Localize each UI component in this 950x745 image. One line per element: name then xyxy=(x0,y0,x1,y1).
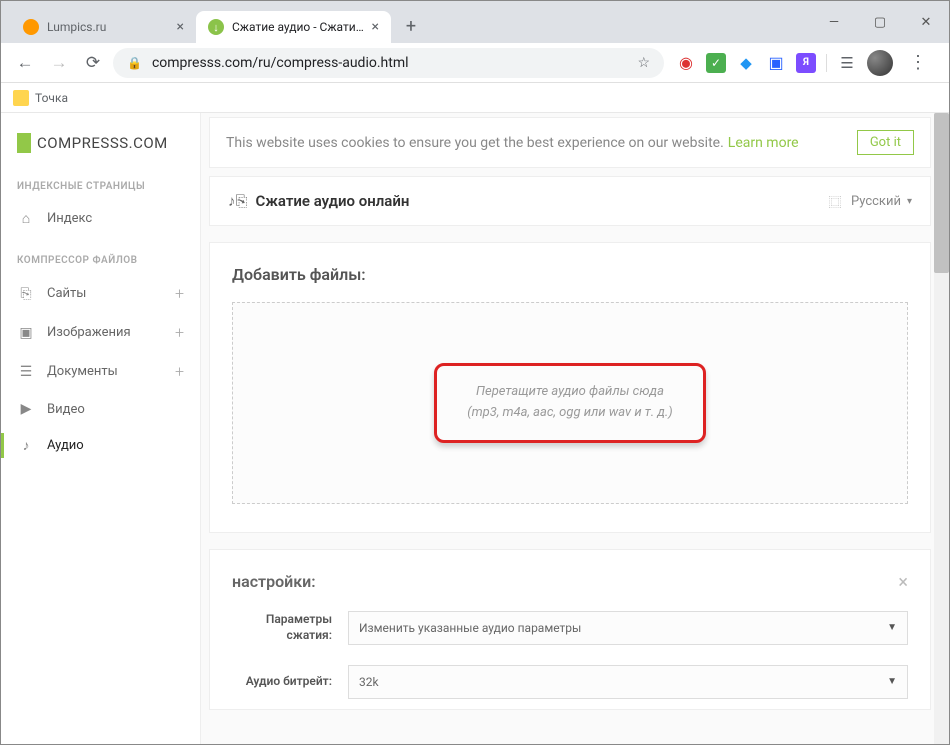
chevron-down-icon: ▼ xyxy=(887,622,897,633)
bookmark-bar: Точка xyxy=(1,83,949,113)
close-icon[interactable]: × xyxy=(372,20,379,34)
image-icon: ▣ xyxy=(17,325,35,341)
sidebar-item-index[interactable]: ⌂ Индекс xyxy=(1,200,200,237)
site-logo[interactable]: COMPRESSS.COM xyxy=(1,121,200,173)
expand-icon[interactable]: + xyxy=(175,323,184,342)
bookmark-item[interactable]: Точка xyxy=(35,91,68,105)
cookie-banner: This website uses cookies to ensure you … xyxy=(209,117,931,168)
code-icon: ⎘ xyxy=(17,286,35,302)
sidebar-item-docs[interactable]: ☰ Документы + xyxy=(1,352,200,391)
profile-avatar[interactable] xyxy=(867,50,893,76)
new-tab-button[interactable]: + xyxy=(397,12,425,40)
url-input[interactable]: 🔒 compresss.com/ru/compress-audio.html ☆ xyxy=(113,48,664,78)
page-title: Сжатие аудио онлайн xyxy=(256,192,410,210)
chevron-down-icon: ▾ xyxy=(907,196,912,207)
lock-icon: 🔒 xyxy=(127,56,142,70)
expand-icon[interactable]: + xyxy=(175,284,184,303)
browser-menu-button[interactable]: ⋮ xyxy=(903,52,933,73)
sidebar-item-label: Аудио xyxy=(47,438,84,453)
add-files-panel: Добавить файлы: Перетащите аудио файлы с… xyxy=(209,242,931,533)
extension-icon[interactable]: ◆ xyxy=(736,53,756,73)
audio-icon: ♪ xyxy=(17,437,35,454)
back-button[interactable]: ← xyxy=(11,49,39,77)
cookie-text: This website uses cookies to ensure you … xyxy=(226,135,724,151)
logo-text: COMPRESSS.COM xyxy=(37,134,168,152)
extension-area: ◉ ✓ ◆ ▣ Я ☰ ⋮ xyxy=(670,50,939,76)
video-icon: ▶ xyxy=(17,401,35,417)
compress-params-label: Параметры сжатия: xyxy=(232,612,332,643)
audio-compress-icon: ♪⎘ xyxy=(228,192,248,210)
dropzone-highlight: Перетащите аудио файлы сюда (mp3, m4a, a… xyxy=(434,363,705,443)
sidebar-item-label: Документы xyxy=(47,364,118,379)
panel-heading: настройки: xyxy=(232,572,908,591)
home-icon: ⌂ xyxy=(17,210,35,227)
close-icon[interactable]: × xyxy=(177,20,184,34)
extension-icon[interactable]: Я xyxy=(796,53,816,73)
tab-title: Lumpics.ru xyxy=(47,20,171,34)
sidebar: COMPRESSS.COM ИНДЕКСНЫЕ СТРАНИЦЫ ⌂ Индек… xyxy=(1,113,201,744)
logo-icon xyxy=(17,133,31,153)
folder-icon xyxy=(13,90,29,106)
sidebar-item-video[interactable]: ▶ Видео xyxy=(1,391,200,427)
extension-icon[interactable]: ▣ xyxy=(766,53,786,73)
chevron-down-icon: ▼ xyxy=(887,676,897,687)
sidebar-item-label: Сайты xyxy=(47,286,86,301)
select-value: Изменить указанные аудио параметры xyxy=(359,621,581,635)
sidebar-section-title: КОМПРЕССОР ФАЙЛОВ xyxy=(1,247,200,274)
favicon-icon: ↓ xyxy=(208,19,224,35)
document-icon: ☰ xyxy=(17,364,35,380)
minimize-button[interactable]: — xyxy=(811,1,857,43)
tab-strip: Lumpics.ru × ↓ Сжатие аудио - Сжатие фай… xyxy=(1,1,949,43)
sidebar-item-audio[interactable]: ♪ Аудио xyxy=(1,427,200,464)
bitrate-label: Аудио битрейт: xyxy=(232,674,332,690)
sidebar-section-title: ИНДЕКСНЫЕ СТРАНИЦЫ xyxy=(1,173,200,200)
language-label: Русский xyxy=(851,194,901,209)
browser-tab-compresss[interactable]: ↓ Сжатие аудио - Сжатие файлов × xyxy=(196,11,391,43)
sidebar-item-label: Изображения xyxy=(47,325,131,340)
favicon-icon xyxy=(23,19,39,35)
dropzone-text-line2: (mp3, m4a, aac, ogg или wav и т. д.) xyxy=(467,403,672,424)
tab-title: Сжатие аудио - Сжатие файлов xyxy=(232,20,366,34)
page-header: ♪⎘ Сжатие аудио онлайн ⿴ Русский ▾ xyxy=(209,176,931,226)
sidebar-item-images[interactable]: ▣ Изображения + xyxy=(1,313,200,352)
sidebar-item-label: Видео xyxy=(47,402,85,417)
language-selector[interactable]: ⿴ Русский ▾ xyxy=(825,191,912,211)
maximize-button[interactable]: ▢ xyxy=(857,1,903,43)
sidebar-item-label: Индекс xyxy=(47,211,92,226)
translate-icon: ⿴ xyxy=(825,191,845,211)
address-bar: ← → ⟳ 🔒 compresss.com/ru/compress-audio.… xyxy=(1,43,949,83)
expand-icon[interactable]: + xyxy=(175,362,184,381)
url-text: compresss.com/ru/compress-audio.html xyxy=(152,55,409,71)
browser-tab-lumpics[interactable]: Lumpics.ru × xyxy=(11,11,196,43)
file-dropzone[interactable]: Перетащите аудио файлы сюда (mp3, m4a, a… xyxy=(232,302,908,504)
scrollbar[interactable] xyxy=(934,113,949,744)
panel-heading: Добавить файлы: xyxy=(232,265,908,284)
settings-panel: × настройки: Параметры сжатия: Изменить … xyxy=(209,549,931,710)
compress-params-select[interactable]: Изменить указанные аудио параметры ▼ xyxy=(348,611,908,645)
bookmark-star-icon[interactable]: ☆ xyxy=(637,55,650,71)
reading-list-icon[interactable]: ☰ xyxy=(837,53,857,73)
bitrate-select[interactable]: 32k ▼ xyxy=(348,665,908,699)
close-icon[interactable]: × xyxy=(898,572,908,593)
sidebar-item-sites[interactable]: ⎘ Сайты + xyxy=(1,274,200,313)
forward-button[interactable]: → xyxy=(45,49,73,77)
dropzone-text-line1: Перетащите аудио файлы сюда xyxy=(467,382,672,403)
extension-icon[interactable]: ◉ xyxy=(676,53,696,73)
reload-button[interactable]: ⟳ xyxy=(79,49,107,77)
learn-more-link[interactable]: Learn more xyxy=(728,135,799,151)
select-value: 32k xyxy=(359,675,379,689)
scrollbar-thumb[interactable] xyxy=(934,113,949,273)
cookie-accept-button[interactable]: Got it xyxy=(857,130,914,155)
close-window-button[interactable]: ✕ xyxy=(903,1,949,43)
extension-icon[interactable]: ✓ xyxy=(706,53,726,73)
